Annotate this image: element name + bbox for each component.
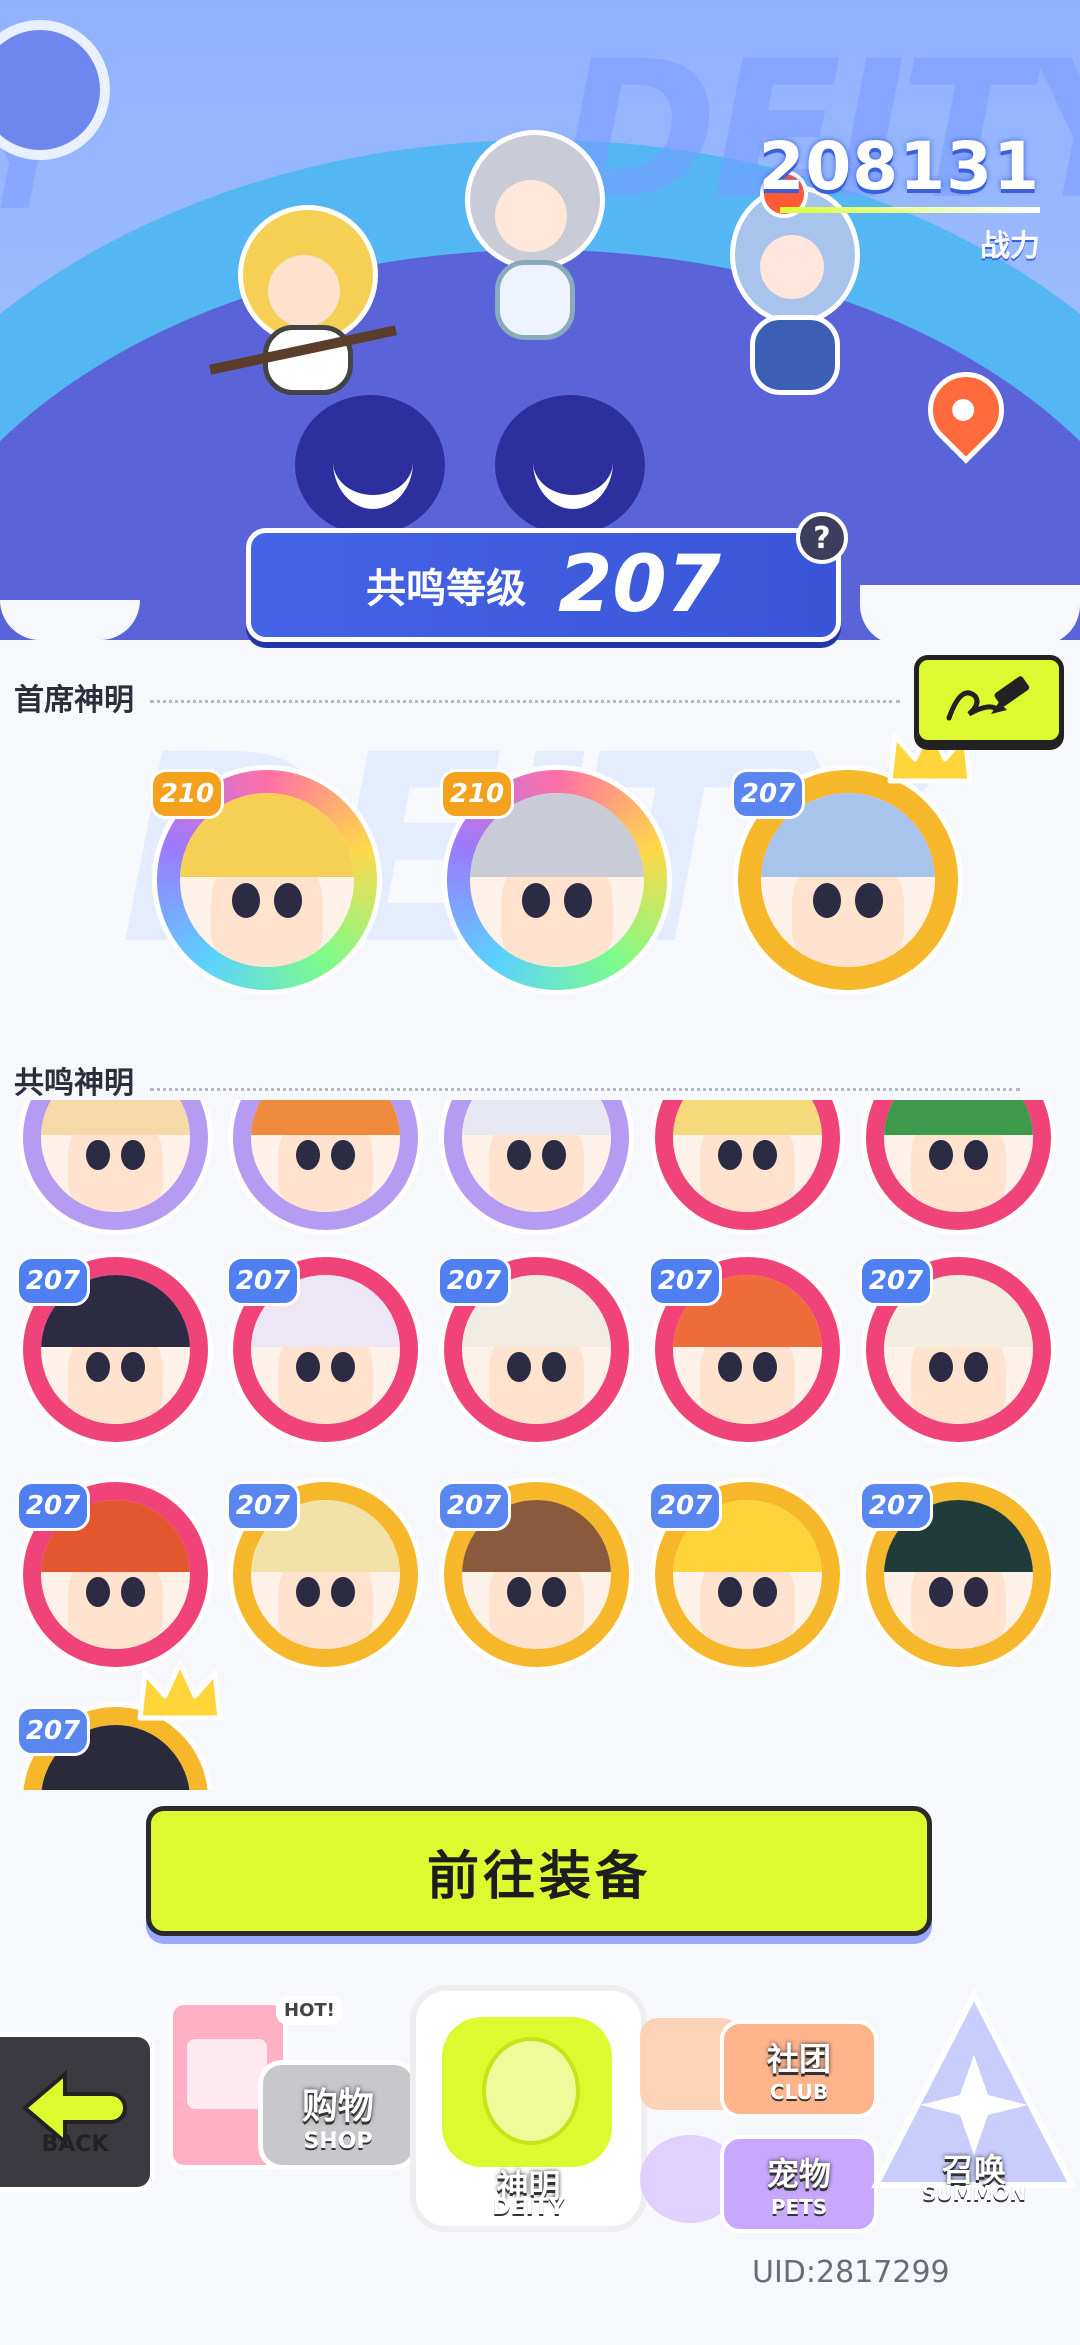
pets-label-en: PETS xyxy=(770,2195,828,2219)
resonance-deity-portrait[interactable]: 207 xyxy=(437,1477,634,1672)
level-badge: 207 xyxy=(437,1256,511,1306)
chief-deity-portrait[interactable]: 207 xyxy=(731,723,973,995)
resonance-deity-grid[interactable]: 207 207 207 207 207 207 207 207 207 207 207 xyxy=(0,1100,1080,1790)
help-icon[interactable]: ? xyxy=(796,512,848,564)
resonance-deity-portrait[interactable]: 207 xyxy=(226,1252,423,1447)
level-badge: 207 xyxy=(437,1481,511,1531)
deity-label-en: DEITY xyxy=(492,2195,565,2220)
nav-shop[interactable]: HOT! 购物 SHOP xyxy=(158,1990,418,2180)
hot-tag: HOT! xyxy=(276,1996,343,2025)
resonance-deity-portrait[interactable]: 207 xyxy=(16,1660,223,1790)
resonance-deity-portrait[interactable]: 207 xyxy=(648,1477,845,1672)
resonance-deity-portrait[interactable]: 207 xyxy=(859,1252,1056,1447)
chief-deity-portrait[interactable]: 210 xyxy=(440,765,672,995)
chief-deity-title: 首席神明 xyxy=(14,683,134,718)
resonance-deity-portrait[interactable] xyxy=(861,1100,1056,1235)
level-badge: 207 xyxy=(16,1256,90,1306)
shop-label-plate: 购物 SHOP xyxy=(258,2060,418,2170)
resonance-deity-title: 共鸣神明 xyxy=(14,1066,134,1101)
shop-label: 购物 xyxy=(301,2085,374,2127)
resonance-deity-portrait[interactable] xyxy=(228,1100,423,1235)
hero-figure-center[interactable] xyxy=(440,120,620,340)
level-badge: 207 xyxy=(226,1256,300,1306)
resonance-deity-portrait[interactable]: 207 xyxy=(859,1477,1056,1672)
nav-summon[interactable]: 召唤 SUMMON xyxy=(868,1985,1080,2220)
combat-power: 208131 战力 xyxy=(758,128,1040,265)
hero-figure-left[interactable] xyxy=(209,185,397,395)
pencil-icon xyxy=(946,676,1030,721)
resonance-deity-portrait[interactable] xyxy=(650,1100,845,1235)
combat-power-value: 208131 xyxy=(758,128,1040,205)
edit-lineup-button[interactable] xyxy=(914,655,1064,745)
resonance-deity-portrait[interactable]: 207 xyxy=(648,1252,845,1447)
portrait-face xyxy=(470,793,644,967)
drip-decoration xyxy=(0,600,140,640)
mascot-eye-right xyxy=(495,395,645,535)
level-badge: 210 xyxy=(440,769,514,819)
club-label-en: CLUB xyxy=(769,2080,829,2104)
level-badge: 207 xyxy=(648,1256,722,1306)
pets-label-plate: 宠物 PETS xyxy=(720,2135,878,2233)
resonance-deity-portrait[interactable]: 207 xyxy=(226,1477,423,1672)
go-equip-button[interactable]: 前往装备 xyxy=(146,1806,932,1936)
level-badge: 207 xyxy=(16,1481,90,1531)
section-divider xyxy=(150,1088,1020,1091)
resonance-deity-portrait[interactable] xyxy=(18,1100,213,1235)
resonance-level-bar: 共鸣等级 207 xyxy=(246,528,841,642)
resonance-deity-portrait[interactable] xyxy=(439,1100,634,1235)
level-badge: 207 xyxy=(731,769,805,819)
resonance-deity-portrait[interactable]: 207 xyxy=(437,1252,634,1447)
club-label: 社团 xyxy=(766,2040,831,2078)
back-button[interactable]: BACK xyxy=(0,2032,155,2192)
shop-label-en: SHOP xyxy=(303,2128,373,2154)
pets-label: 宠物 xyxy=(766,2155,831,2193)
level-badge: 210 xyxy=(150,769,224,819)
resonance-level-label: 共鸣等级 xyxy=(366,566,527,612)
mascot-eye-left xyxy=(295,395,445,535)
planet-icon xyxy=(0,20,110,160)
crown-icon xyxy=(137,1660,223,1721)
nav-deity[interactable]: 神明 DEITY xyxy=(410,1985,647,2232)
chief-deity-portrait[interactable]: 210 xyxy=(150,765,382,995)
nav-pets[interactable]: 宠物 PETS xyxy=(640,2125,880,2235)
portrait-face xyxy=(761,793,935,967)
section-divider xyxy=(150,700,900,703)
level-badge: 207 xyxy=(648,1481,722,1531)
club-label-plate: 社团 CLUB xyxy=(720,2020,878,2118)
location-pin-icon[interactable] xyxy=(912,356,1020,464)
back-label: BACK xyxy=(41,2131,109,2157)
summon-label-en: SUMMON xyxy=(921,2181,1027,2205)
deity-tab-icon xyxy=(442,2017,612,2167)
combat-power-underline xyxy=(780,207,1040,213)
resonance-deity-portrait[interactable]: 207 xyxy=(16,1252,213,1447)
level-badge: 207 xyxy=(859,1481,933,1531)
combat-power-label: 战力 xyxy=(980,229,1040,264)
portrait-face xyxy=(180,793,354,967)
drip-decoration xyxy=(860,585,1080,645)
resonance-deity-portrait[interactable]: 207 xyxy=(16,1477,213,1672)
nav-club[interactable]: 社团 CLUB xyxy=(640,2010,880,2120)
user-id: UID:2817299 xyxy=(752,2255,950,2290)
level-badge: 207 xyxy=(859,1256,933,1306)
resonance-level-value: 207 xyxy=(558,540,721,630)
level-badge: 207 xyxy=(226,1481,300,1531)
level-badge: 207 xyxy=(16,1706,90,1756)
